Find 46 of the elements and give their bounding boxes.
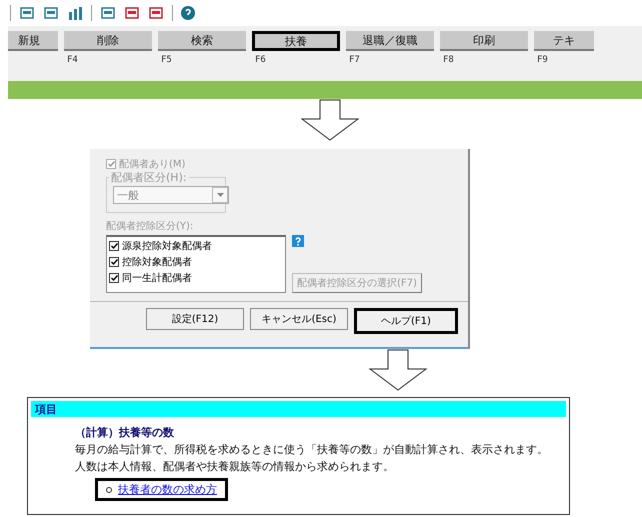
function-key-button[interactable]: テキ: [534, 31, 594, 51]
key-label: F8: [443, 55, 454, 67]
document-icon[interactable]: [100, 6, 116, 20]
checkbox[interactable]: [109, 241, 119, 251]
table-icon[interactable]: [19, 6, 35, 20]
key-label: F9: [537, 55, 548, 67]
caret-icon: [212, 187, 228, 203]
bullet-icon: [106, 486, 112, 492]
help-icon[interactable]: [181, 6, 195, 20]
dialog-button[interactable]: ヘルプ(F1): [354, 308, 458, 334]
dialog-button[interactable]: キャンセル(Esc): [250, 308, 348, 330]
key-label: F6: [255, 55, 266, 67]
list-label: 配偶者控除区分(Y):: [106, 220, 194, 233]
help-link[interactable]: 扶養者の数の求め方: [118, 482, 217, 497]
check-icon: [110, 275, 118, 281]
key-label: F7: [349, 55, 360, 67]
table-icon[interactable]: [43, 6, 59, 20]
help-icon[interactable]: [292, 235, 304, 247]
function-key-button[interactable]: 退職／復職: [346, 31, 434, 51]
help-text: 毎月の給与計算で、所得税を求めるときに使う「扶養等の数」が自動計算され、表示されます。: [75, 442, 549, 457]
help-text: 人数は本人情報、配偶者や扶養親族等の情報から求められます。: [75, 459, 395, 474]
check-icon: [110, 259, 118, 265]
check-icon: [108, 161, 114, 167]
check-icon: [110, 243, 118, 249]
document-icon[interactable]: [124, 6, 140, 20]
down-arrow: [300, 99, 360, 141]
function-key-button[interactable]: 削除: [64, 31, 152, 51]
checkbox[interactable]: [109, 257, 119, 267]
key-label: F5: [161, 55, 172, 67]
function-key-button[interactable]: 扶養: [252, 31, 340, 51]
function-key-button[interactable]: 新規: [8, 31, 58, 51]
checkbox-label: 同一生計配偶者: [122, 272, 192, 285]
function-key-button[interactable]: 印刷: [440, 31, 528, 51]
checkbox-label: 控除対象配偶者: [122, 256, 192, 269]
key-label: F4: [67, 55, 78, 67]
checkbox-label: 配偶者あり(M): [119, 158, 186, 171]
checkbox-label: 源泉控除対象配偶者: [122, 240, 212, 253]
bar-chart-icon[interactable]: [67, 6, 83, 20]
checkbox[interactable]: [109, 273, 119, 283]
function-key-button[interactable]: 検索: [158, 31, 246, 51]
down-arrow: [368, 349, 428, 391]
group-label: 配偶者区分(H):: [109, 170, 189, 185]
section-header: 項目: [31, 401, 566, 417]
document-icon[interactable]: [148, 6, 164, 20]
help-title: （計算）扶養等の数: [75, 425, 175, 440]
dialog-button[interactable]: 設定(F12): [146, 308, 244, 330]
